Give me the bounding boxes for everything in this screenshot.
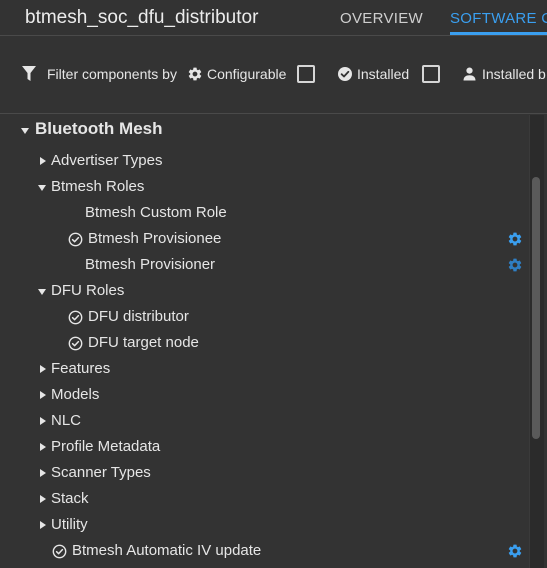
active-tab-indicator <box>450 32 547 35</box>
collapse-arrow-icon[interactable] <box>38 289 46 295</box>
installed-check-icon <box>68 336 83 351</box>
tree-node-btmesh-roles[interactable]: Btmesh Roles <box>0 174 528 200</box>
tree-node-features[interactable]: Features <box>0 356 528 382</box>
check-circle-icon <box>338 67 352 81</box>
tree-node-stack[interactable]: Stack <box>0 486 528 512</box>
tree-node-label: Profile Metadata <box>51 438 161 455</box>
expand-arrow-icon[interactable] <box>40 469 46 477</box>
component-btmesh-custom-role[interactable]: Btmesh Custom Role <box>0 200 528 226</box>
component-label: Btmesh Custom Role <box>85 204 227 221</box>
tree-node-bluetooth-mesh[interactable]: Bluetooth Mesh <box>0 117 528 143</box>
filter-label: Filter components by <box>47 66 177 82</box>
component-dfu-distributor[interactable]: DFU distributor <box>0 304 528 330</box>
installed-check-icon <box>52 544 67 559</box>
component-label: DFU distributor <box>88 308 189 325</box>
tree-node-label: Stack <box>51 490 89 507</box>
component-btmesh-automatic-iv-update[interactable]: Btmesh Automatic IV update <box>0 538 528 564</box>
tab-overview[interactable]: OVERVIEW <box>340 10 423 27</box>
configure-gear-icon[interactable] <box>507 257 523 273</box>
component-btmesh-provisioner[interactable]: Btmesh Provisioner <box>0 252 528 278</box>
tree-node-label: Models <box>51 386 100 403</box>
configure-gear-icon[interactable] <box>507 231 523 247</box>
configurable-label: Configurable <box>207 66 287 82</box>
tree-node-profile-metadata[interactable]: Profile Metadata <box>0 434 528 460</box>
component-label: DFU target node <box>88 334 199 351</box>
tree-node-dfu-roles[interactable]: DFU Roles <box>0 278 528 304</box>
expand-arrow-icon[interactable] <box>40 521 46 529</box>
configurable-checkbox[interactable] <box>297 65 315 83</box>
tree-node-utility[interactable]: Utility <box>0 512 528 538</box>
expand-arrow-icon[interactable] <box>40 157 46 165</box>
filter-icon <box>22 66 36 81</box>
project-title: btmesh_soc_dfu_distributor <box>25 7 259 28</box>
expand-arrow-icon[interactable] <box>40 443 46 451</box>
expand-arrow-icon[interactable] <box>40 417 46 425</box>
tree-node-label: Bluetooth Mesh <box>35 119 163 138</box>
tree-node-nlc[interactable]: NLC <box>0 408 528 434</box>
tree-node-models[interactable]: Models <box>0 382 528 408</box>
installed-label: Installed <box>357 66 410 82</box>
tree-node-label: Advertiser Types <box>51 152 163 169</box>
component-label: Btmesh Automatic IV update <box>72 542 262 559</box>
configure-gear-icon[interactable] <box>507 543 523 559</box>
collapse-arrow-icon[interactable] <box>38 185 46 191</box>
component-btmesh-provisionee[interactable]: Btmesh Provisionee <box>0 226 528 252</box>
component-label: Btmesh Provisioner <box>85 256 216 273</box>
tree-node-label: NLC <box>51 412 82 429</box>
expand-arrow-icon[interactable] <box>40 495 46 503</box>
tree-node-advertiser-types[interactable]: Advertiser Types <box>0 148 528 174</box>
installed-check-icon <box>68 232 83 247</box>
expand-arrow-icon[interactable] <box>40 391 46 399</box>
tree-node-label: Btmesh Roles <box>51 178 145 195</box>
filter-bar: Filter components by Configurable Instal… <box>0 37 547 114</box>
installed-check-icon <box>68 310 83 325</box>
tree-scrollbar-thumb[interactable] <box>532 177 540 439</box>
tree-node-label: Features <box>51 360 111 377</box>
app-header: btmesh_soc_dfu_distributor OVERVIEW SOFT… <box>0 0 547 36</box>
expand-arrow-icon[interactable] <box>40 365 46 373</box>
collapse-arrow-icon[interactable] <box>21 128 29 134</box>
tree-node-label: Scanner Types <box>51 464 151 481</box>
tree-node-label: Utility <box>51 516 88 533</box>
installed-checkbox[interactable] <box>422 65 440 83</box>
installed-by-label: Installed b <box>482 66 546 82</box>
tree-node-label: DFU Roles <box>51 282 125 299</box>
gear-icon <box>188 67 202 81</box>
component-tree: Bluetooth Mesh Advertiser Types Btmesh R… <box>0 115 547 568</box>
component-label: Btmesh Provisionee <box>88 230 222 247</box>
tab-software-components[interactable]: SOFTWARE C <box>450 10 547 27</box>
person-icon <box>463 67 476 81</box>
tree-node-scanner-types[interactable]: Scanner Types <box>0 460 528 486</box>
component-dfu-target-node[interactable]: DFU target node <box>0 330 528 356</box>
